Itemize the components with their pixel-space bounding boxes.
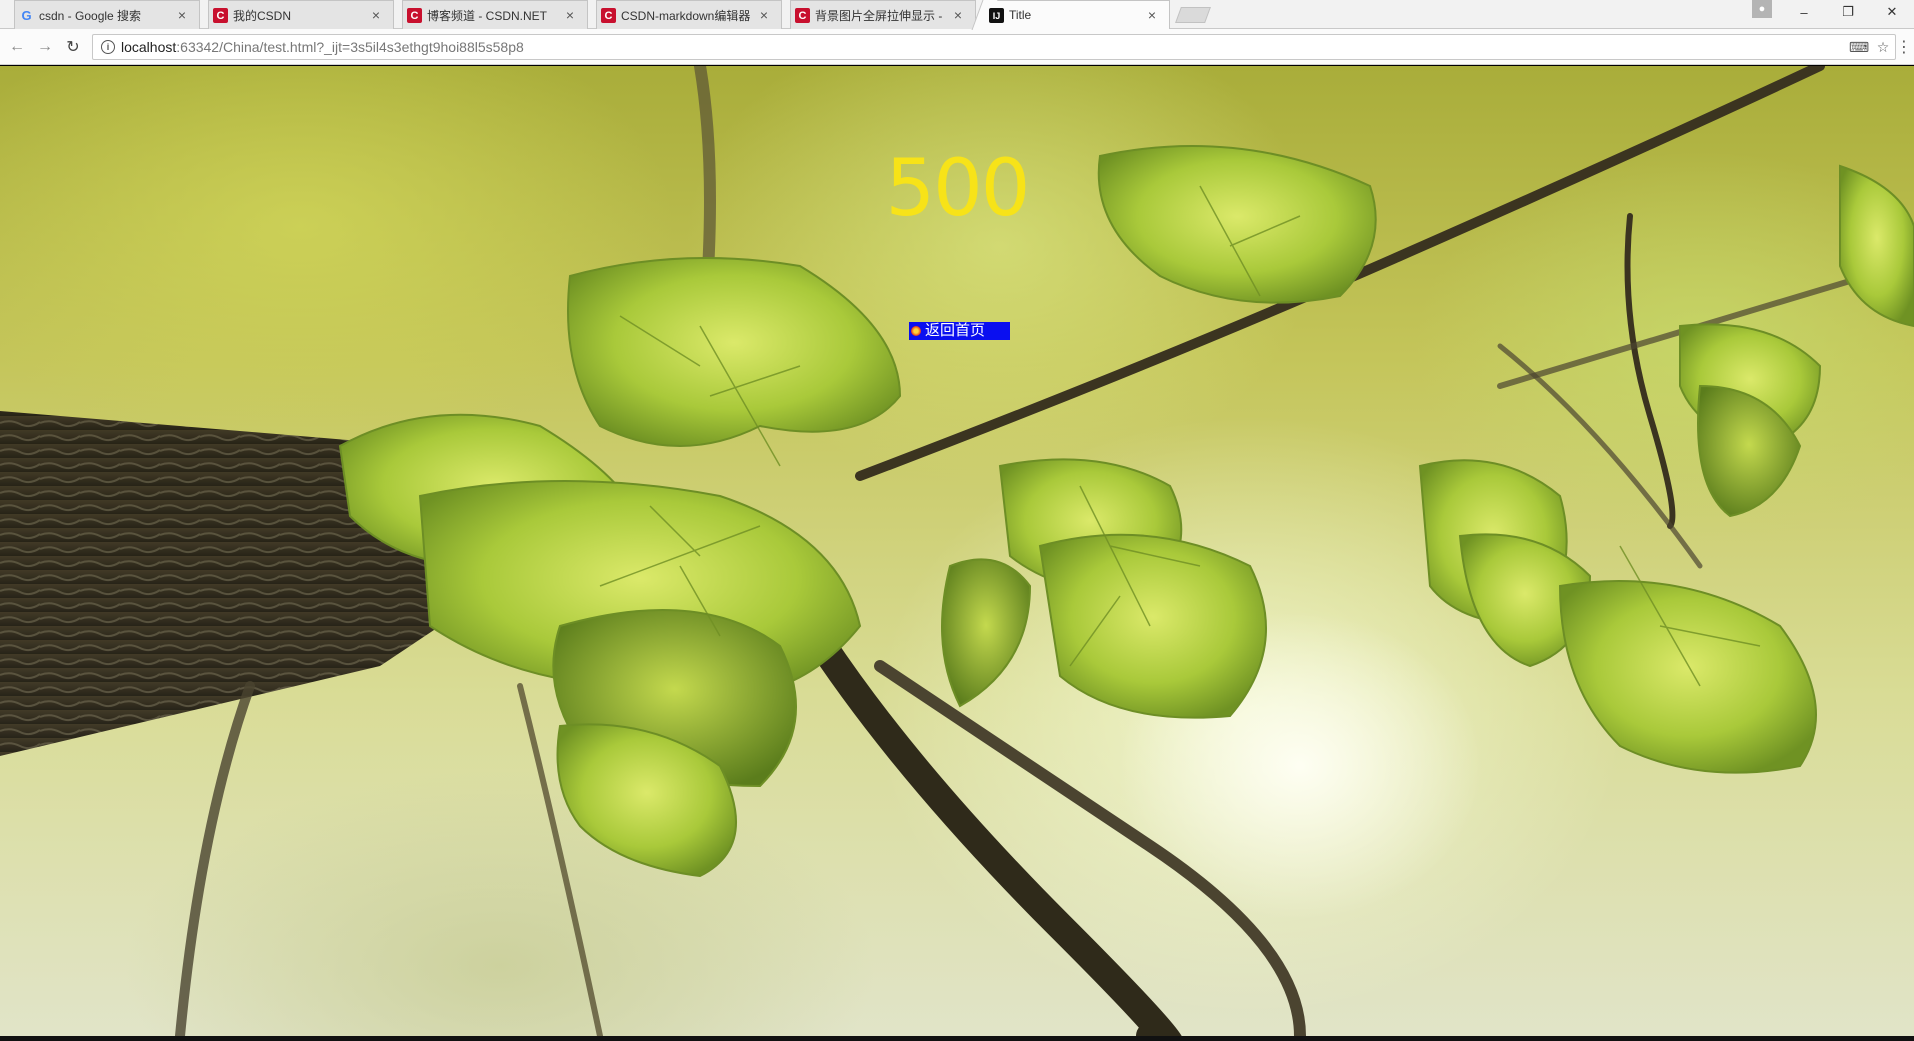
- close-icon[interactable]: ×: [175, 7, 189, 23]
- restore-icon[interactable]: ❐: [1826, 0, 1870, 24]
- tab-markdown-editor[interactable]: C CSDN-markdown编辑器 ×: [596, 0, 782, 29]
- new-tab-button[interactable]: [1175, 7, 1211, 23]
- intellij-icon: IJ: [989, 8, 1004, 23]
- browser-toolbar: ← → ↻ i localhost:63342/China/test.html?…: [0, 29, 1914, 65]
- window-controls: – ❐ ✕: [1782, 0, 1914, 24]
- tab-label: CSDN-markdown编辑器: [621, 8, 751, 23]
- forward-arrow-icon[interactable]: →: [34, 36, 56, 58]
- csdn-icon: C: [601, 8, 616, 23]
- translate-icon[interactable]: ⌨: [1847, 35, 1871, 59]
- bookmark-star-icon[interactable]: ☆: [1871, 35, 1895, 59]
- csdn-icon: C: [213, 8, 228, 23]
- url-host: localhost: [121, 39, 177, 55]
- csdn-icon: C: [407, 8, 422, 23]
- info-icon[interactable]: i: [101, 40, 115, 54]
- tab-label: csdn - Google 搜索: [39, 8, 142, 23]
- tab-background-stretch[interactable]: C 背景图片全屏拉伸显示 - ×: [790, 0, 976, 29]
- bottom-edge: [0, 1036, 1914, 1041]
- close-icon[interactable]: ×: [563, 7, 577, 23]
- back-arrow-icon[interactable]: ←: [6, 36, 28, 58]
- browser-menu-icon[interactable]: ⋮: [1896, 36, 1912, 58]
- tab-strip: G csdn - Google 搜索 × C 我的CSDN × C 博客频道 -…: [0, 0, 1914, 29]
- back-to-home-link[interactable]: 返回首页: [909, 322, 1010, 340]
- tab-my-csdn[interactable]: C 我的CSDN ×: [208, 0, 394, 29]
- profile-icon[interactable]: ●: [1752, 0, 1772, 18]
- address-bar[interactable]: i localhost:63342/China/test.html?_ijt=3…: [92, 34, 1896, 60]
- tab-label: 博客频道 - CSDN.NET: [427, 8, 548, 23]
- tab-blog-channel[interactable]: C 博客频道 - CSDN.NET ×: [402, 0, 588, 29]
- tab-google-search[interactable]: G csdn - Google 搜索 ×: [14, 0, 200, 29]
- tab-title-active[interactable]: IJ Title ×: [984, 0, 1170, 29]
- tab-label: 我的CSDN: [233, 8, 292, 23]
- url-path: :63342/China/test.html?_ijt=3s5il4s3ethg…: [176, 39, 524, 55]
- reload-icon[interactable]: ↻: [62, 36, 84, 58]
- close-icon[interactable]: ×: [951, 7, 965, 23]
- home-link-label: 返回首页: [925, 322, 986, 339]
- tab-label: Title: [1009, 8, 1032, 22]
- link-icon: [911, 326, 921, 336]
- error-code-heading: 500: [885, 144, 1031, 234]
- tab-label: 背景图片全屏拉伸显示 -: [815, 8, 943, 23]
- close-icon[interactable]: ×: [757, 7, 771, 23]
- close-icon[interactable]: ×: [369, 7, 383, 23]
- google-g-icon: G: [21, 8, 32, 23]
- close-icon[interactable]: ×: [1145, 7, 1159, 23]
- minimize-icon[interactable]: –: [1782, 0, 1826, 24]
- url-text[interactable]: localhost:63342/China/test.html?_ijt=3s5…: [121, 39, 1847, 55]
- close-window-icon[interactable]: ✕: [1870, 0, 1914, 24]
- page-viewport: 500 返回首页: [0, 66, 1914, 1036]
- csdn-icon: C: [795, 8, 810, 23]
